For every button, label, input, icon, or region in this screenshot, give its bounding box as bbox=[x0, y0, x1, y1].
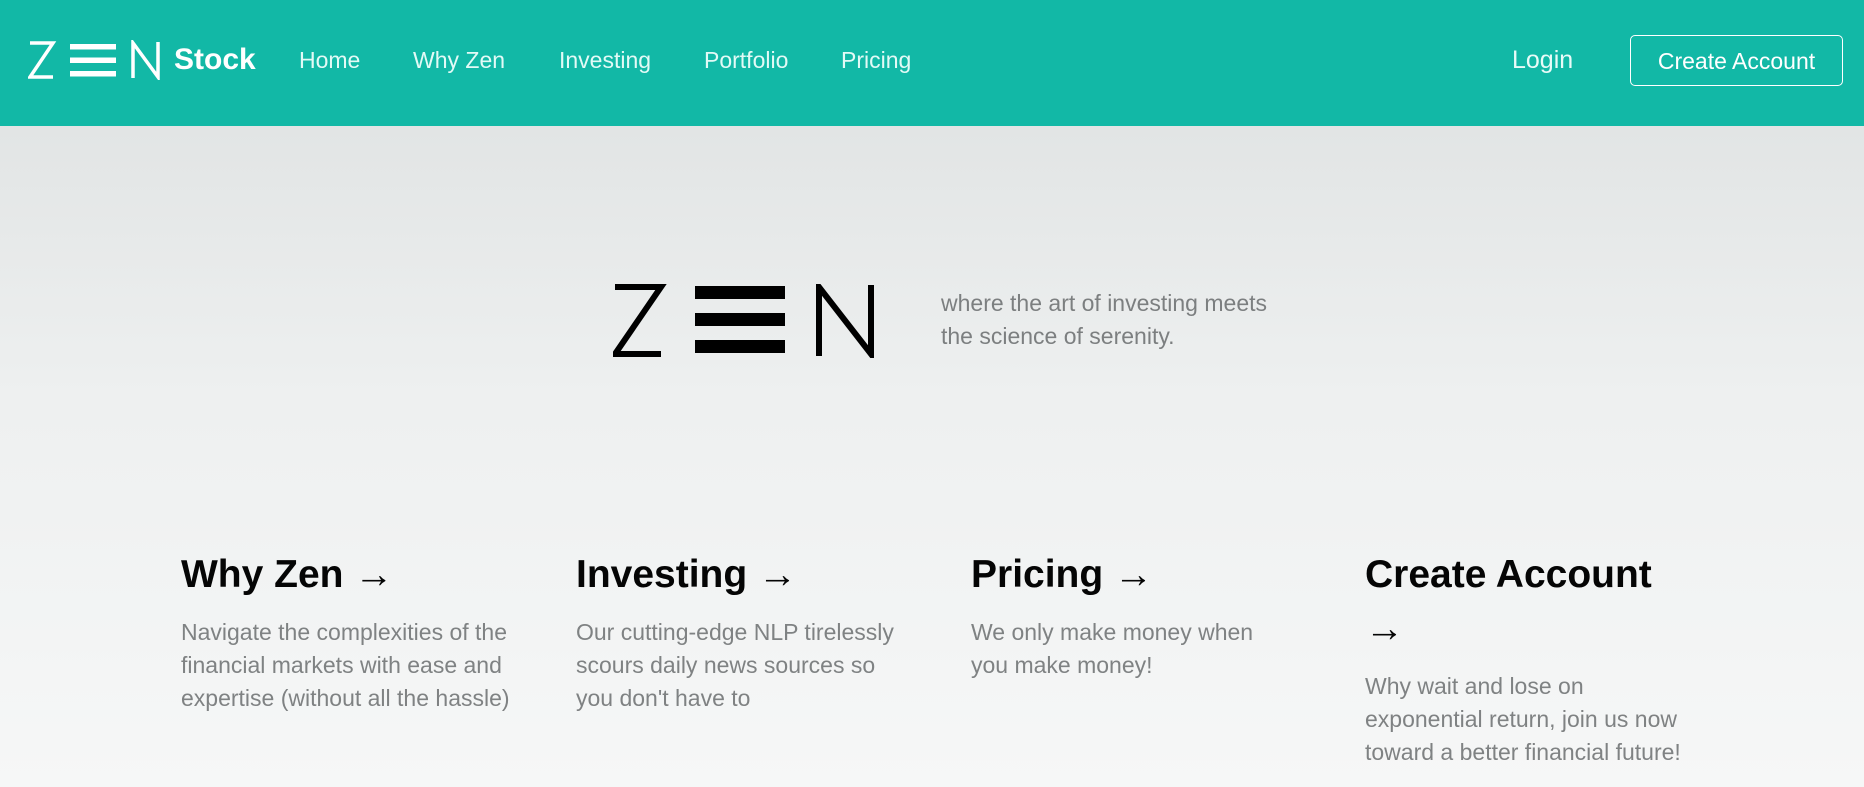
feature-description: Our cutting-edge NLP tirelessly scours d… bbox=[576, 619, 894, 711]
brand-name: Stock bbox=[174, 43, 256, 76]
feature-title-create-account[interactable]: Create Account → bbox=[1365, 548, 1695, 656]
nav-link-pricing[interactable]: Pricing bbox=[841, 44, 911, 76]
feature-title-pricing[interactable]: Pricing → bbox=[971, 548, 1291, 602]
top-navbar: Stock Home Why Zen Investing Portfolio P… bbox=[0, 0, 1864, 126]
nav-link-investing[interactable]: Investing bbox=[559, 44, 651, 76]
brand[interactable]: Stock bbox=[28, 40, 256, 80]
feature-pricing: Pricing → We only make money when you ma… bbox=[971, 548, 1291, 682]
nav-link-home[interactable]: Home bbox=[299, 44, 360, 76]
feature-create-account: Create Account → Why wait and lose on ex… bbox=[1365, 548, 1695, 769]
nav-link-why-zen[interactable]: Why Zen bbox=[413, 44, 505, 76]
feature-investing: Investing → Our cutting-edge NLP tireles… bbox=[576, 548, 906, 715]
feature-title-investing[interactable]: Investing → bbox=[576, 548, 906, 602]
feature-title-why-zen[interactable]: Why Zen → bbox=[181, 548, 511, 602]
feature-description: Why wait and lose on exponential return,… bbox=[1365, 673, 1681, 765]
create-account-button[interactable]: Create Account bbox=[1630, 35, 1843, 86]
zen-logo-icon bbox=[28, 40, 162, 80]
feature-description: We only make money when you make money! bbox=[971, 619, 1254, 678]
hero-tagline: where the art of investing meets the sci… bbox=[941, 290, 1267, 349]
nav-link-portfolio[interactable]: Portfolio bbox=[704, 44, 788, 76]
feature-description: Navigate the complexities of the financi… bbox=[181, 619, 510, 711]
feature-why-zen: Why Zen → Navigate the complexities of t… bbox=[181, 548, 511, 715]
hero-zen-logo-icon bbox=[613, 284, 877, 358]
login-link[interactable]: Login bbox=[1512, 43, 1573, 77]
